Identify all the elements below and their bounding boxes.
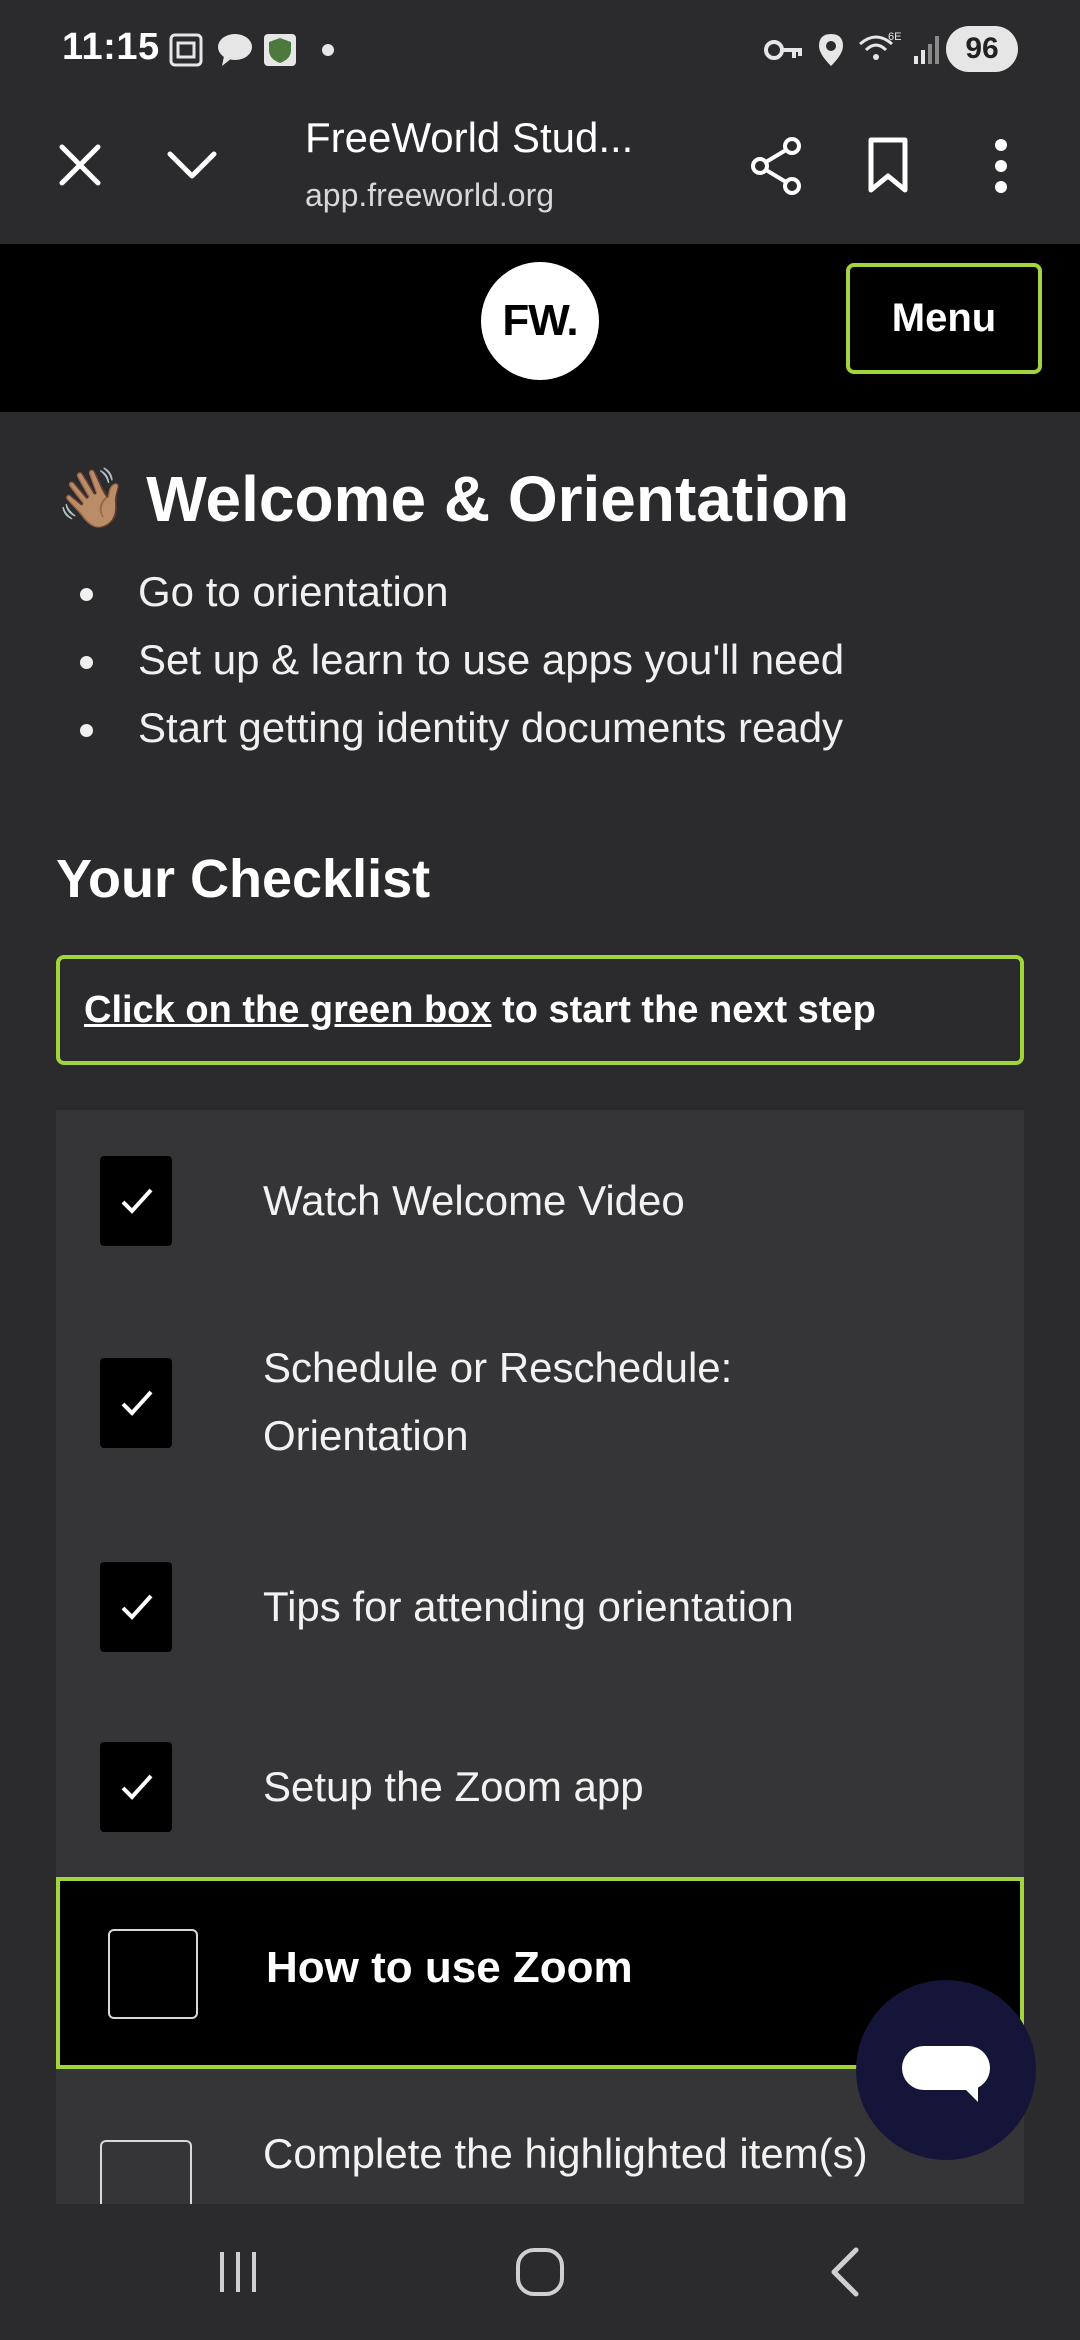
checklist-item-label-line2: Orientation: [263, 1412, 469, 1459]
chevron-down-icon[interactable]: [166, 146, 218, 182]
checkmark-icon: [121, 1390, 153, 1416]
checkbox-checked[interactable]: [100, 1156, 172, 1246]
chat-notification-icon: [218, 34, 252, 66]
system-nav-bar: [0, 2204, 1080, 2340]
next-step-hint: Click on the green box to start the next…: [56, 955, 1024, 1065]
bookmark-icon[interactable]: [866, 136, 910, 194]
screenshot-icon: [169, 33, 203, 67]
battery-indicator: 96: [946, 26, 1018, 72]
checklist-item-label: Complete the highlighted item(s): [263, 2130, 868, 2177]
welcome-bullet-list: Go to orientation Set up & learn to use …: [56, 558, 844, 762]
checkbox-checked[interactable]: [100, 1358, 172, 1448]
back-icon[interactable]: [826, 2246, 862, 2298]
page-title[interactable]: FreeWorld Stud...: [305, 114, 633, 162]
location-icon: [819, 34, 843, 66]
checklist-item[interactable]: Setup the Zoom app: [56, 1694, 1024, 1874]
wifi-6e-icon: 6E: [859, 31, 901, 60]
share-icon[interactable]: [748, 136, 804, 196]
checklist-item-label: Tips for attending orientation: [263, 1583, 794, 1630]
home-icon[interactable]: [514, 2246, 566, 2298]
checklist-title: Your Checklist: [56, 849, 431, 909]
checklist-item-label-line1: Schedule or Reschedule:: [263, 1344, 733, 1391]
bullet-item: Go to orientation: [56, 558, 844, 626]
status-time: 11:15: [62, 26, 160, 68]
checklist-item[interactable]: Watch Welcome Video: [56, 1110, 1024, 1290]
welcome-title: Welcome & Orientation: [146, 463, 850, 535]
checkbox-unchecked[interactable]: [108, 1929, 198, 2019]
checklist-item[interactable]: Schedule or Reschedule: Orientation: [56, 1290, 1024, 1514]
checklist-item-label: Watch Welcome Video: [263, 1177, 685, 1224]
checkbox-unchecked[interactable]: [100, 2140, 192, 2204]
status-bar: 11:15 6E 96: [0, 0, 1080, 100]
signal-icon: [914, 36, 939, 64]
checkbox-checked[interactable]: [100, 1742, 172, 1832]
freeworld-logo[interactable]: FW.: [481, 262, 599, 380]
hint-link[interactable]: Click on the green box: [84, 989, 492, 1031]
svg-text:6E: 6E: [888, 31, 901, 43]
chat-bubble-tail: [956, 2080, 978, 2102]
checkmark-icon: [121, 1774, 153, 1800]
checkmark-icon: [121, 1188, 153, 1214]
hint-text: to start the next step: [491, 989, 876, 1031]
browser-toolbar: FreeWorld Stud... app.freeworld.org: [0, 100, 1080, 244]
checklist-item[interactable]: Complete the highlighted item(s): [56, 2120, 1024, 2204]
more-vert-icon[interactable]: [992, 138, 1010, 194]
welcome-heading: 👋🏽 Welcome & Orientation: [56, 462, 849, 536]
close-icon[interactable]: [56, 141, 104, 189]
checklist-item-label: Setup the Zoom app: [263, 1763, 644, 1810]
checklist-item[interactable]: Tips for attending orientation: [56, 1514, 1024, 1694]
checkmark-icon: [121, 1594, 153, 1620]
page-url[interactable]: app.freeworld.org: [305, 177, 554, 214]
vpn-key-icon: [764, 40, 802, 60]
checkbox-checked[interactable]: [100, 1562, 172, 1652]
bullet-item: Start getting identity documents ready: [56, 694, 844, 762]
menu-button[interactable]: Menu: [846, 263, 1042, 374]
chat-support-button[interactable]: [856, 1980, 1036, 2160]
dot-icon: [322, 44, 334, 56]
waving-hand-icon: 👋🏽: [56, 466, 129, 531]
bullet-item: Set up & learn to use apps you'll need: [56, 626, 844, 694]
shield-app-icon: [264, 34, 296, 66]
checklist-item-label: How to use Zoom: [266, 1943, 633, 1992]
recent-apps-icon[interactable]: [214, 2248, 262, 2296]
